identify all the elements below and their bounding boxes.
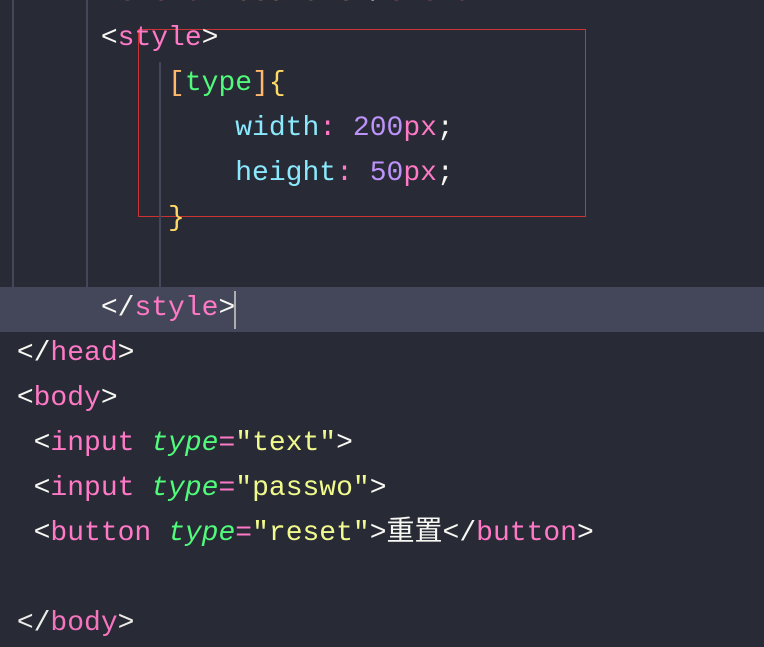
code-line: </body>: [0, 602, 764, 647]
code-line: <button type="reset">重置</button>: [0, 512, 764, 557]
code-line: [0, 557, 764, 602]
code-line: <body>: [0, 377, 764, 422]
code-line: <input type="passwo">: [0, 467, 764, 512]
code-line: height: 50px;: [0, 152, 764, 197]
code-line: <title>Document</title>: [0, 0, 764, 17]
code-line: <style>: [0, 17, 764, 62]
code-line: }: [0, 197, 764, 242]
code-editor[interactable]: <title>Document</title> <style> [type]{ …: [0, 0, 764, 647]
code-line: width: 200px;: [0, 107, 764, 152]
code-line: </head>: [0, 332, 764, 377]
code-line: [0, 242, 764, 287]
text-cursor: [234, 291, 236, 329]
code-line-current: </style>: [0, 287, 764, 332]
code-line: <input type="text">: [0, 422, 764, 467]
code-line: [type]{: [0, 62, 764, 107]
